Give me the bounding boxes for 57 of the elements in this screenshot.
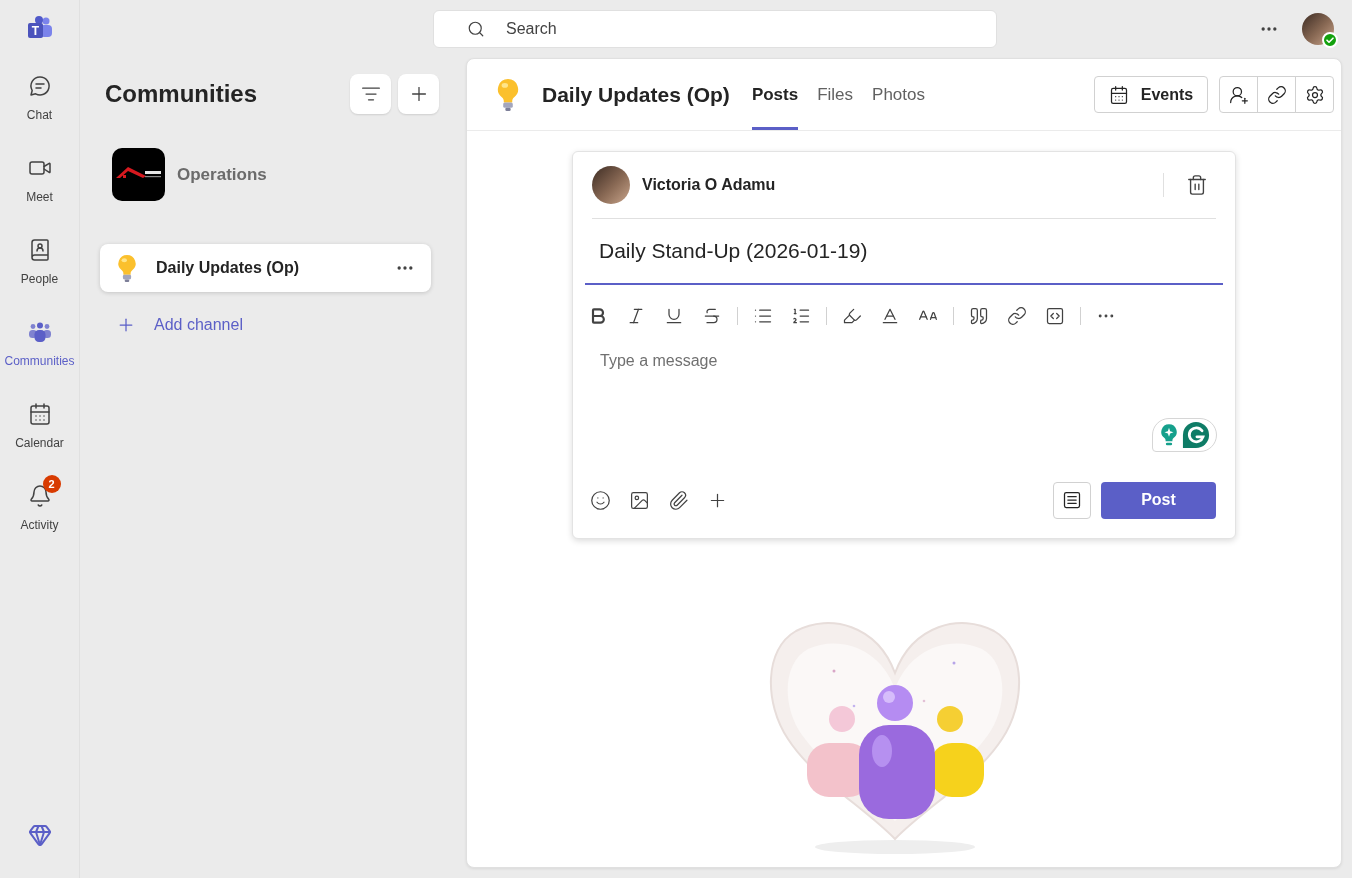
search-icon: [467, 20, 485, 38]
message-field[interactable]: Type a message: [573, 334, 1235, 481]
calendar-icon: [1108, 84, 1129, 105]
g-logo-icon: [1181, 421, 1210, 449]
paperclip-icon[interactable]: [668, 489, 689, 511]
avatar-placeholder: [592, 166, 630, 204]
community-logo[interactable]: [112, 148, 165, 201]
author-name: Victoria O Adamu: [642, 176, 776, 194]
community-name[interactable]: Operations: [177, 164, 267, 185]
sidebar-title: Communities: [105, 80, 257, 108]
rail-item[interactable]: Calendar: [0, 396, 80, 456]
link-icon[interactable]: [1007, 306, 1027, 326]
channel-tab[interactable]: Photos: [872, 59, 925, 130]
add-member-button[interactable]: [1219, 76, 1258, 113]
add-button[interactable]: [398, 74, 439, 114]
writing-assistant-button[interactable]: [1152, 418, 1217, 452]
people-group-icon: [27, 320, 52, 344]
channel-tab[interactable]: Posts: [751, 59, 799, 130]
diamond-icon[interactable]: [27, 823, 52, 847]
format-options-button[interactable]: [1053, 481, 1091, 519]
code-icon[interactable]: [1045, 306, 1065, 326]
add-channel-button[interactable]: Add channel: [116, 305, 243, 345]
trash-icon[interactable]: [1186, 174, 1208, 196]
calendar-icon: [27, 402, 52, 426]
channel-title: Daily Updates (Op): [542, 82, 730, 107]
image-icon[interactable]: [629, 489, 650, 511]
subject-field[interactable]: Daily Stand-Up (2026-01-19): [585, 219, 1223, 285]
rail-item[interactable]: Meet: [0, 150, 80, 210]
highlighter-icon[interactable]: [842, 306, 862, 326]
strikethrough-icon[interactable]: [702, 306, 722, 326]
post-button[interactable]: Post: [1101, 481, 1216, 519]
events-button[interactable]: Events: [1094, 76, 1208, 113]
channel-item[interactable]: Daily Updates (Op): [100, 244, 431, 292]
font-color-icon[interactable]: [880, 306, 900, 326]
user-plus-icon: [1228, 84, 1249, 105]
quote-icon[interactable]: [969, 306, 989, 326]
app-logo[interactable]: T: [25, 14, 54, 42]
lightbulb-icon: [495, 77, 521, 112]
filter-button[interactable]: [350, 74, 391, 114]
emoji-icon[interactable]: [590, 489, 611, 511]
sparkle-bulb-icon: [1159, 423, 1178, 447]
link-icon: [1266, 84, 1287, 105]
post-composer[interactable]: Victoria O Adamu Daily Stand-Up (2026-01-19) Type a message Post: [572, 151, 1236, 539]
rail-item[interactable]: Communities: [0, 314, 80, 374]
lines-square-icon: [1062, 490, 1082, 510]
rail-item[interactable]: People: [0, 232, 80, 292]
chat-icon: [27, 74, 52, 98]
settings-icon: [1304, 84, 1325, 105]
lightbulb-icon: [116, 253, 138, 283]
underline-icon[interactable]: [664, 306, 684, 326]
channel-tab[interactable]: Files: [817, 59, 854, 130]
settings-button[interactable]: [1295, 76, 1334, 113]
numbered-list-icon[interactable]: [791, 306, 811, 326]
link-button[interactable]: [1257, 76, 1296, 113]
notification-badge: 2: [42, 475, 61, 493]
search-field[interactable]: Search: [433, 10, 997, 48]
rail-item[interactable]: Chat: [0, 68, 80, 128]
